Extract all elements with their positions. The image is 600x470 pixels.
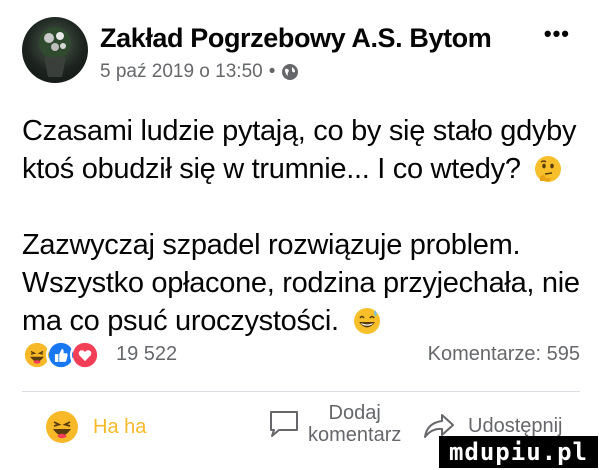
post-timestamp[interactable]: 5 paź 2019 o 13:50: [100, 61, 263, 83]
love-icon: [70, 340, 100, 370]
comments-count[interactable]: Komentarze: 595: [428, 343, 580, 366]
page-avatar[interactable]: [22, 17, 88, 83]
post-paragraph: Zazwyczaj szpadel rozwiązuje problem. Ws…: [22, 226, 587, 340]
post-header: Zakład Pogrzebowy A.S. Bytom 5 paź 2019 …: [22, 17, 580, 83]
post-text: Zazwyczaj szpadel rozwiązuje problem. Ws…: [22, 229, 580, 337]
meta-separator: •: [268, 61, 276, 82]
grinning-sweat-face-icon: [353, 308, 380, 334]
divider: [22, 391, 580, 392]
post-paragraph: Czasami ludzie pytają, co by się stało g…: [22, 112, 587, 188]
more-options-button[interactable]: •••: [544, 21, 570, 47]
reactions-bar: 19 522 Komentarze: 595: [22, 340, 580, 372]
post-meta: 5 paź 2019 o 13:50 •: [100, 61, 299, 83]
haha-icon: [46, 411, 78, 443]
post-text: Czasami ludzie pytają, co by się stało g…: [22, 115, 577, 185]
post-body: Czasami ludzie pytają, co by się stało g…: [22, 112, 587, 340]
share-label: Udostępnij: [468, 414, 563, 437]
watermark: mdupiu.pl: [438, 436, 598, 468]
thinking-face-icon: [535, 156, 562, 182]
globe-icon: [282, 64, 299, 80]
comment-label: Dodaj komentarz: [308, 402, 402, 446]
haha-label: Ha ha: [93, 415, 147, 438]
wreath-icon: [39, 27, 71, 77]
comment-button[interactable]: Dodaj komentarz: [268, 402, 401, 446]
haha-reaction-button[interactable]: Ha ha: [45, 410, 146, 444]
page-name[interactable]: Zakład Pogrzebowy A.S. Bytom: [100, 23, 492, 54]
reaction-count[interactable]: 19 522: [116, 343, 177, 366]
reaction-icons[interactable]: [22, 340, 100, 370]
comment-icon: [270, 411, 298, 437]
